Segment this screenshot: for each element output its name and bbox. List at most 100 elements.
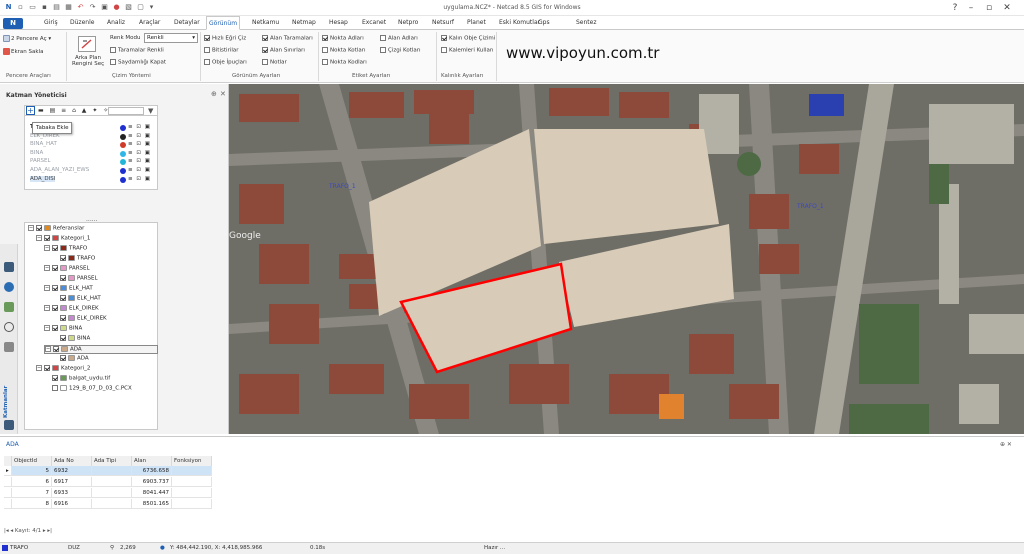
expand-icon[interactable] xyxy=(52,295,58,301)
visibility-checkbox[interactable] xyxy=(44,365,50,371)
first-record-icon[interactable]: |◂ ◂ xyxy=(4,528,15,534)
new-file-icon[interactable]: ▫ xyxy=(16,3,25,12)
column-header[interactable]: Alan xyxy=(132,456,172,466)
tree-node[interactable]: − PARSEL xyxy=(44,265,90,272)
expand-icon[interactable]: − xyxy=(44,305,50,311)
layer-toggle-icons[interactable]: ≡ ⊡ ▣ xyxy=(128,167,151,173)
layer-color-icon[interactable] xyxy=(120,176,126,183)
tree-node[interactable]: − ELK_DIREK xyxy=(44,305,99,312)
visibility-checkbox[interactable] xyxy=(52,385,58,391)
parcel-ada-2[interactable] xyxy=(534,129,719,244)
save-icon[interactable]: ▪ xyxy=(40,3,49,12)
expand-icon[interactable] xyxy=(52,315,58,321)
visibility-checkbox[interactable] xyxy=(52,305,58,311)
info-icon[interactable]: ● xyxy=(112,3,121,12)
visibility-checkbox[interactable] xyxy=(52,265,58,271)
table-cell[interactable] xyxy=(172,488,212,498)
visibility-checkbox[interactable] xyxy=(44,235,50,241)
tree-node[interactable]: BINA xyxy=(52,335,90,342)
search-tool-icon[interactable] xyxy=(4,322,14,332)
table-cell[interactable]: 6736.658 xyxy=(132,466,172,476)
record-navigator[interactable]: |◂ ◂ Kayıt: 4/1 ▸ ▸| xyxy=(4,528,52,534)
table-panel-controls[interactable]: ⊕ ✕ xyxy=(1000,441,1012,448)
visibility-checkbox[interactable] xyxy=(60,315,66,321)
tab-giri-[interactable]: Giriş xyxy=(42,16,60,30)
layer-filter-input[interactable] xyxy=(108,107,144,115)
layer-row[interactable]: ADA_DISI xyxy=(30,175,56,182)
table-cell[interactable]: 8 xyxy=(12,499,52,509)
hatch-colored-checkbox[interactable]: Taramalar Renkli xyxy=(110,47,164,54)
tab-sentez[interactable]: Sentez xyxy=(574,16,599,30)
undo-icon[interactable]: ↶ xyxy=(76,3,85,12)
table-cell[interactable]: 6917 xyxy=(52,477,92,487)
tree-node[interactable]: ELK_DIREK xyxy=(52,315,107,322)
layer-toggle-icons[interactable]: ≡ ⊡ ▣ xyxy=(128,124,151,130)
draw-tool-icon[interactable] xyxy=(4,342,14,352)
thick-object-checkbox[interactable]: Kalın Obje Çizimi xyxy=(441,35,495,42)
expand-icon[interactable] xyxy=(52,355,58,361)
expand-icon[interactable] xyxy=(52,335,58,341)
redo-icon[interactable]: ↷ xyxy=(88,3,97,12)
tree-node[interactable]: − Kategori_1 xyxy=(36,235,90,242)
tree-node[interactable]: − BINA xyxy=(44,325,82,332)
table-cell[interactable] xyxy=(92,499,132,509)
bitistirilar-checkbox[interactable]: Bitistirilar xyxy=(204,47,239,54)
layer-toggle-icons[interactable]: ≡ ⊡ ▣ xyxy=(128,141,151,147)
tab-ara-lar[interactable]: Araçlar xyxy=(137,16,162,30)
hide-screen-button[interactable]: Ekran Sakla xyxy=(3,48,43,55)
table-cell[interactable]: 7 xyxy=(12,488,52,498)
tree-node[interactable]: − Referanslar xyxy=(28,225,84,232)
status-mode[interactable]: DUZ xyxy=(68,545,80,551)
area-hatches-checkbox[interactable]: Alan Taramaları xyxy=(262,35,313,42)
object-tips-checkbox[interactable]: Obje İpuçları xyxy=(204,59,247,66)
layers-tool-icon[interactable] xyxy=(4,262,14,272)
tab-detaylar[interactable]: Detaylar xyxy=(172,16,202,30)
visibility-checkbox[interactable] xyxy=(60,335,66,341)
tree-node[interactable]: − ADA xyxy=(44,345,158,354)
expand-icon[interactable] xyxy=(52,255,58,261)
layer-color-icon[interactable] xyxy=(120,150,126,157)
tree-node[interactable]: ELK_HAT xyxy=(52,295,101,302)
maximize-icon[interactable]: ▫ xyxy=(982,2,996,14)
visibility-checkbox[interactable] xyxy=(60,295,66,301)
use-pens-checkbox[interactable]: Kalemleri Kullan xyxy=(441,47,493,54)
layer-row[interactable]: BINA xyxy=(30,150,43,156)
image-icon[interactable]: ▧ xyxy=(124,3,133,12)
tree-node[interactable]: balgat_uydu.tif xyxy=(44,375,110,382)
row-marker[interactable] xyxy=(4,477,12,487)
area-borders-checkbox[interactable]: Alan Sınırları xyxy=(262,47,305,54)
stack-icon[interactable] xyxy=(4,420,14,430)
point-elevations-checkbox[interactable]: Nokta Kotları xyxy=(322,47,365,54)
expand-icon[interactable]: − xyxy=(44,285,50,291)
line-elevations-checkbox[interactable]: Çizgi Kotları xyxy=(380,47,421,54)
table-cell[interactable] xyxy=(172,499,212,509)
info-tool-icon[interactable] xyxy=(4,282,14,292)
table-cell[interactable]: 6903.737 xyxy=(132,477,172,487)
layer-color-icon[interactable] xyxy=(120,133,126,140)
close-panel-icon[interactable]: ✕ xyxy=(220,90,226,98)
tree-node[interactable]: − Kategori_2 xyxy=(36,365,90,372)
status-layer[interactable]: TRAFO xyxy=(10,545,28,551)
column-header[interactable]: Fonksiyon xyxy=(172,456,212,466)
layer-toggle-icons[interactable]: ≡ ⊡ ▣ xyxy=(128,176,151,182)
print-icon[interactable]: ▤ xyxy=(52,3,61,12)
tab-gps[interactable]: Gps xyxy=(536,16,552,30)
tree-node[interactable]: ADA xyxy=(52,355,89,362)
tab-d-zenle[interactable]: Düzenle xyxy=(68,16,96,30)
tree-node[interactable]: − TRAFO xyxy=(44,245,87,252)
export-icon[interactable]: ▣ xyxy=(100,3,109,12)
layer-toggle-icons[interactable]: ≡ ⊡ ▣ xyxy=(128,158,151,164)
help-icon[interactable]: ? xyxy=(948,2,962,14)
visibility-checkbox[interactable] xyxy=(60,355,66,361)
minimize-icon[interactable]: – xyxy=(964,2,978,14)
tab-netmap[interactable]: Netmap xyxy=(290,16,318,30)
layer-color-icon[interactable] xyxy=(120,168,126,174)
layers-side-tab[interactable]: Katmanlar xyxy=(3,382,15,418)
point-names-checkbox[interactable]: Nokta Adları xyxy=(322,35,364,42)
notes-checkbox[interactable]: Notlar xyxy=(262,59,287,66)
layer-row[interactable]: BINA_HAT xyxy=(30,141,57,147)
map-canvas[interactable]: Google TRAFO_1 TRAFO_1 xyxy=(229,84,1024,434)
tab-netkamu[interactable]: Netkamu xyxy=(250,16,281,30)
layer-color-icon[interactable] xyxy=(120,125,126,131)
visibility-checkbox[interactable] xyxy=(52,375,58,381)
